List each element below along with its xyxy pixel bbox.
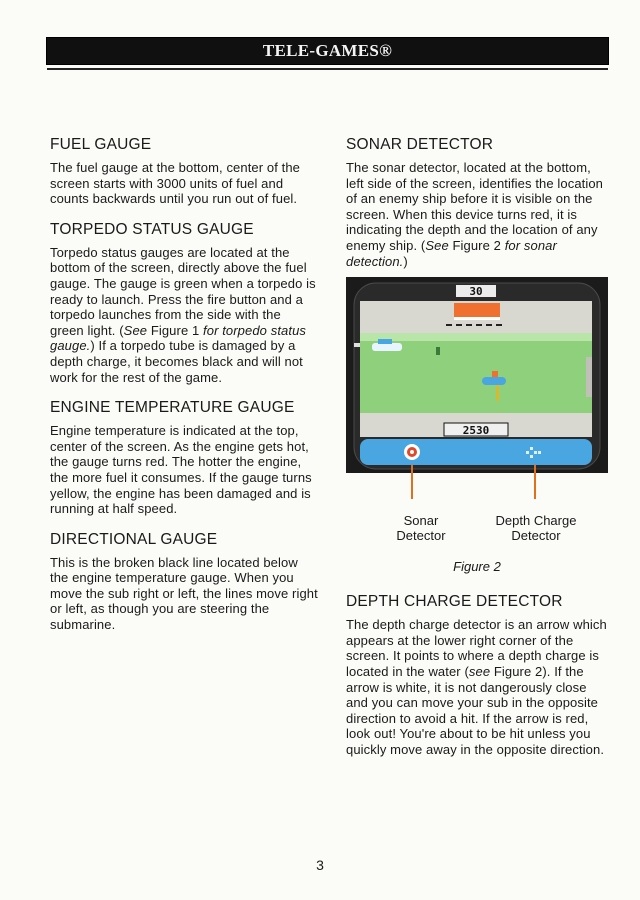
sonar-text-part2: ) — [403, 253, 408, 269]
depth-callout-line2: Detector — [511, 528, 561, 544]
fuel-gauge-heading: FUEL GAUGE — [50, 136, 152, 153]
page-number: 3 — [316, 857, 324, 873]
depth-figure-ref: Figure 2 — [490, 663, 543, 679]
directional-heading: DIRECTIONAL GAUGE — [50, 530, 218, 548]
torpedo-heading: TORPEDO STATUS GAUGE — [50, 220, 254, 238]
sonar-figure-ref: Figure 2 — [448, 237, 505, 253]
engine-text: Engine temperature is indicated at the t… — [50, 423, 312, 517]
top-number: 30 — [469, 285, 482, 298]
torpedo-text: Torpedo status gauges are located at the… — [50, 245, 318, 385]
fuel-readout: 2530 — [463, 424, 490, 437]
depth-see: see — [468, 663, 491, 679]
directional-text: This is the broken black line located be… — [50, 554, 318, 633]
header-title: TELE-GAMES® — [262, 41, 393, 60]
fuel-gauge-text: The fuel gauge at the bottom, center of … — [50, 160, 301, 207]
header-bar: TELE-GAMES® — [46, 37, 609, 70]
depth-callout-line1: Depth Charge — [495, 513, 577, 529]
figure-2: 30 2530 Sonar Detector Depth Charge Dete… — [346, 277, 608, 587]
left-column: FUEL GAUGE The fuel gauge at the bottom,… — [50, 136, 318, 647]
figure-caption: Figure 2 — [453, 559, 501, 575]
sonar-callout-line1: Sonar — [403, 513, 439, 529]
sea-surface — [360, 333, 592, 342]
right-column: SONAR DETECTOR The sonar detector, locat… — [346, 136, 608, 772]
depth-charge-text: The depth charge detector is an arrow wh… — [346, 617, 608, 757]
hud-bar — [360, 439, 592, 466]
depth-charge-heading: DEPTH CHARGE DETECTOR — [346, 593, 563, 611]
sea-marker — [436, 347, 440, 356]
right-edge-marker — [586, 357, 592, 398]
sonar-heading: SONAR DETECTOR — [346, 136, 494, 153]
sonar-text: The sonar detector, located at the botto… — [346, 160, 608, 269]
engine-temperature-gauge — [454, 303, 500, 318]
engine-heading: ENGINE TEMPERATURE GAUGE — [50, 399, 295, 417]
game-screen-illustration: 30 2530 — [346, 277, 608, 500]
sonar-see: See — [425, 237, 449, 253]
sonar-callout-line2: Detector — [396, 528, 446, 544]
depth-callout-label: Depth Charge Detector — [484, 513, 588, 543]
left-edge-marker — [354, 343, 360, 348]
sonar-detector-icon — [404, 444, 420, 461]
engine-gauge-base — [454, 317, 500, 321]
torpedo-figure-ref: Figure 1 — [147, 322, 204, 338]
sonar-callout-label: Sonar Detector — [386, 513, 456, 543]
torpedo-see: See — [123, 322, 148, 338]
